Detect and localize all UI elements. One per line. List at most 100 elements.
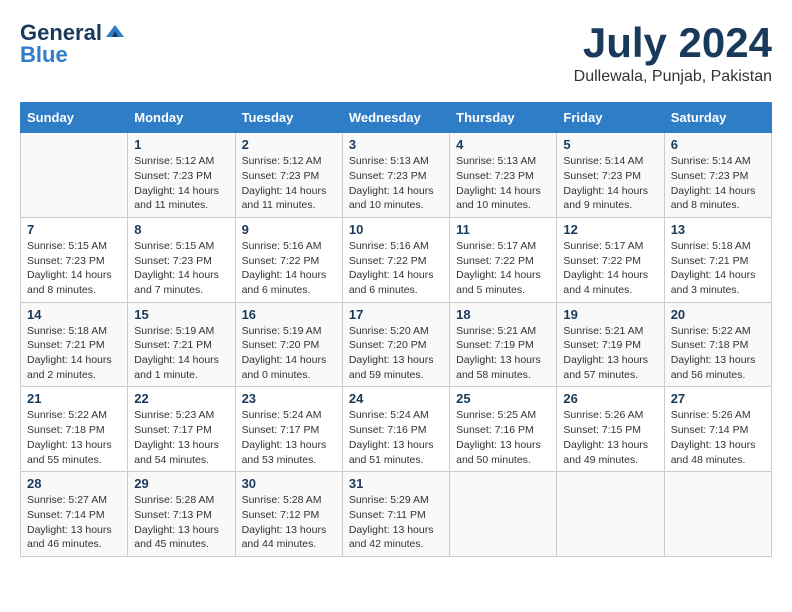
day-number: 30 <box>242 476 336 491</box>
calendar-cell: 24 Sunrise: 5:24 AMSunset: 7:16 PMDayligh… <box>342 387 449 472</box>
calendar-week-row: 7 Sunrise: 5:15 AMSunset: 7:23 PMDaylight… <box>21 217 772 302</box>
month-title: July 2024 <box>574 20 772 66</box>
calendar-cell: 23 Sunrise: 5:24 AMSunset: 7:17 PMDayligh… <box>235 387 342 472</box>
weekday-header: Wednesday <box>342 103 449 133</box>
day-info: Sunrise: 5:21 AMSunset: 7:19 PMDaylight:… <box>563 324 657 383</box>
location: Dullewala, Punjab, Pakistan <box>574 68 772 86</box>
calendar-cell: 14 Sunrise: 5:18 AMSunset: 7:21 PMDayligh… <box>21 302 128 387</box>
day-number: 13 <box>671 222 765 237</box>
calendar-week-row: 14 Sunrise: 5:18 AMSunset: 7:21 PMDayligh… <box>21 302 772 387</box>
calendar-cell: 16 Sunrise: 5:19 AMSunset: 7:20 PMDayligh… <box>235 302 342 387</box>
day-number: 1 <box>134 137 228 152</box>
day-info: Sunrise: 5:21 AMSunset: 7:19 PMDaylight:… <box>456 324 550 383</box>
day-number: 10 <box>349 222 443 237</box>
day-number: 4 <box>456 137 550 152</box>
day-info: Sunrise: 5:14 AMSunset: 7:23 PMDaylight:… <box>563 154 657 213</box>
day-info: Sunrise: 5:23 AMSunset: 7:17 PMDaylight:… <box>134 408 228 467</box>
day-number: 9 <box>242 222 336 237</box>
day-number: 23 <box>242 391 336 406</box>
day-info: Sunrise: 5:24 AMSunset: 7:17 PMDaylight:… <box>242 408 336 467</box>
weekday-header: Thursday <box>450 103 557 133</box>
day-number: 28 <box>27 476 121 491</box>
day-number: 16 <box>242 307 336 322</box>
day-info: Sunrise: 5:12 AMSunset: 7:23 PMDaylight:… <box>242 154 336 213</box>
day-number: 29 <box>134 476 228 491</box>
day-info: Sunrise: 5:18 AMSunset: 7:21 PMDaylight:… <box>671 239 765 298</box>
calendar-cell: 22 Sunrise: 5:23 AMSunset: 7:17 PMDayligh… <box>128 387 235 472</box>
calendar-cell: 13 Sunrise: 5:18 AMSunset: 7:21 PMDayligh… <box>664 217 771 302</box>
calendar-cell: 2 Sunrise: 5:12 AMSunset: 7:23 PMDaylight… <box>235 133 342 218</box>
day-info: Sunrise: 5:14 AMSunset: 7:23 PMDaylight:… <box>671 154 765 213</box>
day-info: Sunrise: 5:18 AMSunset: 7:21 PMDaylight:… <box>27 324 121 383</box>
day-info: Sunrise: 5:20 AMSunset: 7:20 PMDaylight:… <box>349 324 443 383</box>
calendar-cell <box>664 472 771 557</box>
calendar-table: SundayMondayTuesdayWednesdayThursdayFrid… <box>20 102 772 557</box>
day-number: 17 <box>349 307 443 322</box>
calendar-cell: 26 Sunrise: 5:26 AMSunset: 7:15 PMDayligh… <box>557 387 664 472</box>
day-info: Sunrise: 5:13 AMSunset: 7:23 PMDaylight:… <box>456 154 550 213</box>
day-number: 31 <box>349 476 443 491</box>
day-info: Sunrise: 5:26 AMSunset: 7:15 PMDaylight:… <box>563 408 657 467</box>
day-info: Sunrise: 5:15 AMSunset: 7:23 PMDaylight:… <box>134 239 228 298</box>
day-number: 18 <box>456 307 550 322</box>
calendar-header-row: SundayMondayTuesdayWednesdayThursdayFrid… <box>21 103 772 133</box>
calendar-cell <box>450 472 557 557</box>
day-number: 22 <box>134 391 228 406</box>
calendar-cell: 21 Sunrise: 5:22 AMSunset: 7:18 PMDayligh… <box>21 387 128 472</box>
day-number: 14 <box>27 307 121 322</box>
calendar-cell: 20Sunrise: 5:22 AMSunset: 7:18 PMDayligh… <box>664 302 771 387</box>
calendar-cell: 8 Sunrise: 5:15 AMSunset: 7:23 PMDaylight… <box>128 217 235 302</box>
day-number: 19 <box>563 307 657 322</box>
day-info: Sunrise: 5:24 AMSunset: 7:16 PMDaylight:… <box>349 408 443 467</box>
day-info: Sunrise: 5:15 AMSunset: 7:23 PMDaylight:… <box>27 239 121 298</box>
day-number: 5 <box>563 137 657 152</box>
day-info: Sunrise: 5:13 AMSunset: 7:23 PMDaylight:… <box>349 154 443 213</box>
day-info: Sunrise: 5:22 AMSunset: 7:18 PMDaylight:… <box>27 408 121 467</box>
day-number: 6 <box>671 137 765 152</box>
day-info: Sunrise: 5:19 AMSunset: 7:20 PMDaylight:… <box>242 324 336 383</box>
weekday-header: Monday <box>128 103 235 133</box>
calendar-cell: 17 Sunrise: 5:20 AMSunset: 7:20 PMDayligh… <box>342 302 449 387</box>
day-info: Sunrise: 5:25 AMSunset: 7:16 PMDaylight:… <box>456 408 550 467</box>
weekday-header: Saturday <box>664 103 771 133</box>
logo-icon <box>104 23 126 39</box>
day-number: 20 <box>671 307 765 322</box>
calendar-cell: 11Sunrise: 5:17 AMSunset: 7:22 PMDayligh… <box>450 217 557 302</box>
calendar-cell: 12Sunrise: 5:17 AMSunset: 7:22 PMDayligh… <box>557 217 664 302</box>
day-number: 27 <box>671 391 765 406</box>
weekday-header: Sunday <box>21 103 128 133</box>
calendar-week-row: 21 Sunrise: 5:22 AMSunset: 7:18 PMDayligh… <box>21 387 772 472</box>
calendar-cell: 29Sunrise: 5:28 AMSunset: 7:13 PMDayligh… <box>128 472 235 557</box>
calendar-cell <box>557 472 664 557</box>
day-info: Sunrise: 5:28 AMSunset: 7:12 PMDaylight:… <box>242 493 336 552</box>
calendar-cell: 19 Sunrise: 5:21 AMSunset: 7:19 PMDayligh… <box>557 302 664 387</box>
day-number: 2 <box>242 137 336 152</box>
calendar-cell: 28 Sunrise: 5:27 AMSunset: 7:14 PMDayligh… <box>21 472 128 557</box>
day-info: Sunrise: 5:17 AMSunset: 7:22 PMDaylight:… <box>563 239 657 298</box>
day-info: Sunrise: 5:12 AMSunset: 7:23 PMDaylight:… <box>134 154 228 213</box>
day-number: 8 <box>134 222 228 237</box>
calendar-cell: 1 Sunrise: 5:12 AMSunset: 7:23 PMDaylight… <box>128 133 235 218</box>
calendar-cell: 9 Sunrise: 5:16 AMSunset: 7:22 PMDaylight… <box>235 217 342 302</box>
day-number: 21 <box>27 391 121 406</box>
day-info: Sunrise: 5:26 AMSunset: 7:14 PMDaylight:… <box>671 408 765 467</box>
calendar-cell: 4 Sunrise: 5:13 AMSunset: 7:23 PMDaylight… <box>450 133 557 218</box>
calendar-cell: 7 Sunrise: 5:15 AMSunset: 7:23 PMDaylight… <box>21 217 128 302</box>
calendar-cell: 18 Sunrise: 5:21 AMSunset: 7:19 PMDayligh… <box>450 302 557 387</box>
day-info: Sunrise: 5:27 AMSunset: 7:14 PMDaylight:… <box>27 493 121 552</box>
day-number: 25 <box>456 391 550 406</box>
day-info: Sunrise: 5:17 AMSunset: 7:22 PMDaylight:… <box>456 239 550 298</box>
day-number: 26 <box>563 391 657 406</box>
weekday-header: Friday <box>557 103 664 133</box>
day-number: 7 <box>27 222 121 237</box>
calendar-cell: 25 Sunrise: 5:25 AMSunset: 7:16 PMDayligh… <box>450 387 557 472</box>
day-info: Sunrise: 5:16 AMSunset: 7:22 PMDaylight:… <box>242 239 336 298</box>
calendar-cell: 6 Sunrise: 5:14 AMSunset: 7:23 PMDaylight… <box>664 133 771 218</box>
weekday-header: Tuesday <box>235 103 342 133</box>
calendar-cell: 30 Sunrise: 5:28 AMSunset: 7:12 PMDayligh… <box>235 472 342 557</box>
logo: General Blue <box>20 20 126 68</box>
page-header: General Blue July 2024 Dullewala, Punjab… <box>20 20 772 86</box>
calendar-cell <box>21 133 128 218</box>
calendar-cell: 27 Sunrise: 5:26 AMSunset: 7:14 PMDayligh… <box>664 387 771 472</box>
day-number: 24 <box>349 391 443 406</box>
